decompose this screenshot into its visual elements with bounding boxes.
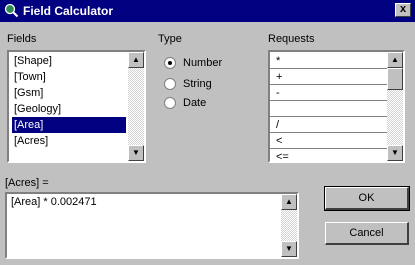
field-calculator-icon: [4, 3, 19, 18]
expression-scrollbar[interactable]: ▲ ▼: [281, 194, 297, 257]
arrow-down-icon[interactable]: ▼: [281, 241, 297, 257]
field-item[interactable]: [Town]: [12, 69, 126, 85]
ok-button[interactable]: OK: [324, 186, 410, 211]
window-title: Field Calculator: [23, 4, 114, 18]
request-item[interactable]: [270, 101, 387, 117]
expression-text[interactable]: [Area] * 0.002471: [11, 196, 97, 208]
scroll-thumb[interactable]: [387, 68, 403, 90]
type-option-label: Date: [183, 97, 207, 109]
arrow-up-icon[interactable]: ▲: [387, 52, 403, 68]
field-item[interactable]: [Geology]: [12, 101, 126, 117]
expression-input[interactable]: [Area] * 0.002471 ▲ ▼: [5, 192, 299, 259]
radio-icon[interactable]: [164, 78, 176, 90]
request-item[interactable]: +: [270, 69, 387, 85]
field-item[interactable]: [Acres]: [12, 133, 126, 149]
arrow-down-icon[interactable]: ▼: [387, 145, 403, 161]
expression-label: [Acres] =: [5, 177, 49, 189]
requests-list[interactable]: * + - / < <= ▲ ▼: [268, 50, 405, 163]
type-option-label: String: [183, 78, 212, 90]
requests-scrollbar[interactable]: ▲ ▼: [387, 52, 403, 161]
type-label: Type: [158, 33, 182, 45]
arrow-up-icon[interactable]: ▲: [128, 52, 144, 68]
radio-selected-icon[interactable]: [164, 57, 176, 69]
close-button[interactable]: x: [395, 3, 411, 17]
requests-label: Requests: [268, 33, 315, 45]
field-item[interactable]: [Gsm]: [12, 85, 126, 101]
field-item-selected[interactable]: [Area]: [12, 117, 126, 133]
request-item[interactable]: -: [270, 85, 387, 101]
field-item[interactable]: [Shape]: [12, 53, 126, 69]
fields-scrollbar[interactable]: ▲ ▼: [128, 52, 144, 161]
cancel-button[interactable]: Cancel: [325, 222, 409, 245]
type-option-label: Number: [183, 57, 223, 69]
request-item[interactable]: <=: [270, 149, 387, 165]
request-item[interactable]: /: [270, 117, 387, 133]
arrow-up-icon[interactable]: ▲: [281, 194, 297, 210]
arrow-down-icon[interactable]: ▼: [128, 145, 144, 161]
fields-label: Fields: [7, 33, 37, 45]
fields-list[interactable]: [Shape] [Town] [Gsm] [Geology] [Area] [A…: [7, 50, 146, 163]
request-item[interactable]: <: [270, 133, 387, 149]
request-item[interactable]: *: [270, 53, 387, 69]
title-bar: Field Calculator x: [0, 0, 415, 22]
radio-icon[interactable]: [164, 97, 176, 109]
